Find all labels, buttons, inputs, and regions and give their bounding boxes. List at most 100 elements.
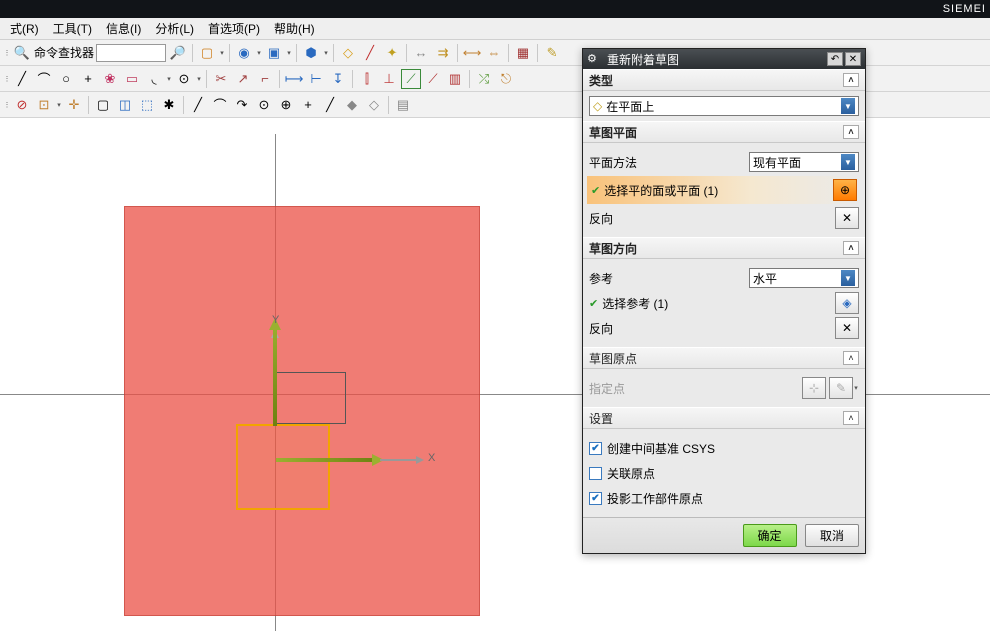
- dropdown-arrow-icon[interactable]: ▼: [841, 98, 855, 114]
- gear-icon[interactable]: ⚙: [587, 52, 601, 66]
- constraint2-icon[interactable]: ⊥: [379, 69, 399, 89]
- trim-icon[interactable]: ✂: [211, 69, 231, 89]
- sketch-icon[interactable]: ▢: [197, 43, 217, 63]
- section-plane-header[interactable]: 草图平面 ˄: [583, 121, 865, 143]
- toolbar-drag-icon[interactable]: ⋮: [4, 95, 10, 115]
- snap-cube-icon[interactable]: ◫: [115, 95, 135, 115]
- exit-sketch-icon[interactable]: ⎋: [496, 69, 516, 89]
- exit-icon[interactable]: ▦: [513, 43, 533, 63]
- cylinder-icon[interactable]: ◉: [234, 43, 254, 63]
- snap-star-icon[interactable]: ✱: [159, 95, 179, 115]
- reverse-icon[interactable]: ✕: [835, 317, 859, 339]
- point-icon[interactable]: ✦: [382, 43, 402, 63]
- dropdown-arrow-icon[interactable]: ▼: [841, 154, 855, 170]
- cancel-button[interactable]: 取消: [805, 524, 859, 547]
- no-sel-icon[interactable]: ⊘: [12, 95, 32, 115]
- menu-tools[interactable]: 工具(T): [47, 18, 98, 39]
- align-icon[interactable]: ⇉: [433, 43, 453, 63]
- checkbox-project-origin[interactable]: ✔投影工作部件原点: [589, 487, 859, 509]
- axis-red-icon[interactable]: ╱: [360, 43, 380, 63]
- point-menu-icon[interactable]: ✎: [829, 377, 853, 399]
- plane-method-select[interactable]: 现有平面 ▼: [749, 152, 859, 172]
- specify-point-label: 指定点: [589, 380, 799, 397]
- rect-icon[interactable]: ▭: [122, 69, 142, 89]
- constraint4-icon[interactable]: ⟋: [423, 69, 443, 89]
- assembly-icon[interactable]: ⬢: [301, 43, 321, 63]
- selection-rectangle[interactable]: [236, 424, 330, 510]
- point-pick-icon[interactable]: ⊹: [802, 377, 826, 399]
- constraint3-icon[interactable]: ⟋: [401, 69, 421, 89]
- snap-cen-icon[interactable]: ⊕: [276, 95, 296, 115]
- move-icon[interactable]: ↔: [411, 43, 431, 63]
- chevron-up-icon[interactable]: ˄: [843, 73, 859, 87]
- section-direction-header[interactable]: 草图方向 ˄: [583, 237, 865, 259]
- close-icon[interactable]: ✕: [845, 52, 861, 66]
- reference-select[interactable]: 水平 ▼: [749, 268, 859, 288]
- dialog-titlebar[interactable]: ⚙ 重新附着草图 ↶ ✕: [583, 49, 865, 69]
- dropdown-arrow-icon[interactable]: ▼: [841, 270, 855, 286]
- chevron-up-icon[interactable]: ˄: [843, 351, 859, 365]
- type-select[interactable]: ◇ 在平面上 ▼: [589, 96, 859, 116]
- extend-icon[interactable]: ↗: [233, 69, 253, 89]
- binoculars-icon[interactable]: 🔍: [12, 43, 32, 63]
- cube-pick-icon[interactable]: ◈: [835, 292, 859, 314]
- corner-icon[interactable]: ⌐: [255, 69, 275, 89]
- dim3-icon[interactable]: ↧: [328, 69, 348, 89]
- menu-analyze[interactable]: 分析(L): [149, 18, 200, 39]
- command-finder-input[interactable]: [96, 44, 166, 62]
- convert-icon[interactable]: ⤮: [474, 69, 494, 89]
- snap-end-icon[interactable]: ╱: [188, 95, 208, 115]
- dim1-icon[interactable]: ⟼: [284, 69, 304, 89]
- spline-icon[interactable]: ❀: [100, 69, 120, 89]
- line-icon[interactable]: ╱: [12, 69, 32, 89]
- toolbar-drag-icon[interactable]: ⋮: [4, 69, 10, 89]
- section-settings-header[interactable]: 设置 ˄: [583, 407, 865, 429]
- constraint5-icon[interactable]: ▥: [445, 69, 465, 89]
- pencil-icon[interactable]: ✎: [542, 43, 562, 63]
- plane-icon[interactable]: ◇: [338, 43, 358, 63]
- sel-plus-icon[interactable]: ✛: [64, 95, 84, 115]
- search-go-icon[interactable]: 🔎: [168, 43, 188, 63]
- chevron-up-icon[interactable]: ˄: [843, 125, 859, 139]
- circle-icon[interactable]: ○: [56, 69, 76, 89]
- arc-icon[interactable]: ⌒: [34, 69, 54, 89]
- sel-box-icon[interactable]: ⊡: [34, 95, 54, 115]
- menu-info[interactable]: 信息(I): [100, 18, 147, 39]
- dim2-icon[interactable]: ⊢: [306, 69, 326, 89]
- select-ref-label[interactable]: 选择参考 (1): [602, 295, 832, 312]
- menu-format[interactable]: 式(R): [4, 18, 45, 39]
- view-icon[interactable]: ▤: [393, 95, 413, 115]
- section-origin-header[interactable]: 草图原点 ˄: [583, 347, 865, 369]
- x-arrow-icon[interactable]: [276, 458, 380, 462]
- snap-quad-icon[interactable]: +: [298, 95, 318, 115]
- menu-help[interactable]: 帮助(H): [268, 18, 321, 39]
- select-face-label[interactable]: 选择平的面或平面 (1): [604, 182, 830, 199]
- snap-tan-icon[interactable]: ↷: [232, 95, 252, 115]
- ok-button[interactable]: 确定: [743, 524, 797, 547]
- measure1-icon[interactable]: ⟷: [462, 43, 482, 63]
- chevron-up-icon[interactable]: ˄: [843, 411, 859, 425]
- cube-icon[interactable]: ▣: [264, 43, 284, 63]
- target-icon[interactable]: ⊕: [833, 179, 857, 201]
- reverse-icon[interactable]: ✕: [835, 207, 859, 229]
- offset-icon[interactable]: ⊙: [174, 69, 194, 89]
- checkbox-create-csys[interactable]: ✔创建中间基准 CSYS: [589, 437, 859, 459]
- y-arrow-icon[interactable]: [273, 322, 277, 426]
- snap-mid-icon[interactable]: ⌒: [210, 95, 230, 115]
- snap-near-icon[interactable]: ◆: [342, 95, 362, 115]
- constraint1-icon[interactable]: ⫿: [357, 69, 377, 89]
- snap-int-icon[interactable]: ⊙: [254, 95, 274, 115]
- undo-icon[interactable]: ↶: [827, 52, 843, 66]
- measure2-icon[interactable]: ⇔: [484, 43, 504, 63]
- snap-cubes-icon[interactable]: ⬚: [137, 95, 157, 115]
- snap-surf-icon[interactable]: ◇: [364, 95, 384, 115]
- snap-perp-icon[interactable]: ╱: [320, 95, 340, 115]
- menu-prefs[interactable]: 首选项(P): [202, 18, 266, 39]
- snap-rect-icon[interactable]: ▢: [93, 95, 113, 115]
- chevron-up-icon[interactable]: ˄: [843, 241, 859, 255]
- checkbox-assoc-origin[interactable]: 关联原点: [589, 462, 859, 484]
- fillet-icon[interactable]: ◟: [144, 69, 164, 89]
- toolbar-drag-icon[interactable]: ⋮: [4, 43, 10, 63]
- plus-icon[interactable]: +: [78, 69, 98, 89]
- section-type-header[interactable]: 类型 ˄: [583, 69, 865, 91]
